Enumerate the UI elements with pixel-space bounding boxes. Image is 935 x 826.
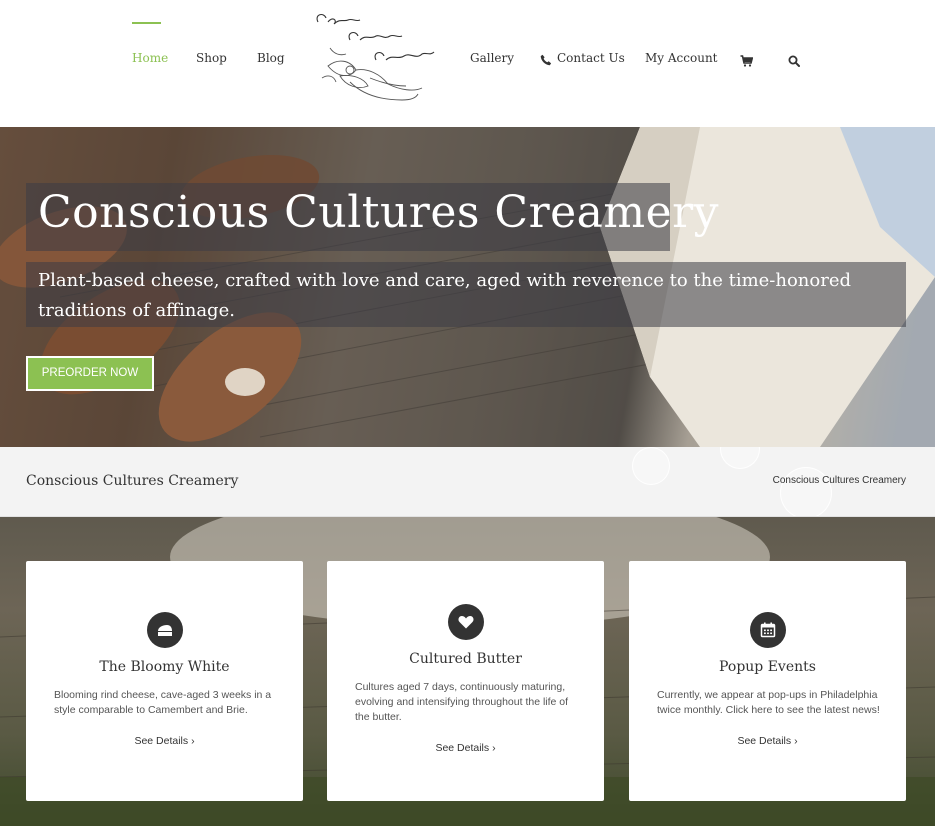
hero-title: Conscious Cultures Creamery — [38, 187, 720, 238]
card-description: Blooming rind cheese, cave-aged 3 weeks … — [54, 689, 272, 716]
site-logo[interactable] — [310, 8, 438, 106]
nav-active-indicator — [132, 22, 161, 24]
bubble-decoration — [632, 447, 670, 485]
nav-home[interactable]: Home — [132, 51, 168, 65]
nav-contact[interactable]: Contact Us — [557, 51, 625, 65]
card-title: The Bloomy White — [99, 659, 230, 675]
site-header: Home Shop Blog Gallery Contact Us My Acc… — [0, 0, 935, 127]
nav-gallery[interactable]: Gallery — [470, 51, 514, 65]
hero-banner: Conscious Cultures Creamery Plant-based … — [0, 127, 935, 447]
cheese-icon — [146, 612, 183, 648]
features-section: The Bloomy White Blooming rind cheese, c… — [0, 517, 935, 826]
card-description: Currently, we appear at pop-ups in Phila… — [657, 689, 880, 716]
see-details-link[interactable]: See Details › — [327, 742, 604, 754]
see-details-label: See Details — [134, 735, 189, 747]
see-details-link[interactable]: See Details › — [629, 735, 906, 747]
calendar-icon — [749, 612, 786, 648]
heart-icon — [447, 604, 484, 640]
breadcrumb[interactable]: Conscious Cultures Creamery — [773, 475, 906, 486]
nav-blog[interactable]: Blog — [257, 51, 285, 65]
chevron-right-icon: › — [794, 735, 798, 747]
feature-card-popup-events[interactable]: Popup Events Currently, we appear at pop… — [629, 561, 906, 801]
see-details-link[interactable]: See Details › — [26, 735, 303, 747]
card-title: Cultured Butter — [409, 651, 522, 667]
card-title: Popup Events — [719, 659, 816, 675]
page-title-bar: Conscious Cultures Creamery Conscious Cu… — [0, 447, 935, 517]
nav-account[interactable]: My Account — [645, 51, 718, 65]
chevron-right-icon: › — [492, 742, 496, 754]
preorder-button[interactable]: PREORDER NOW — [26, 356, 154, 391]
hero-subtitle: Plant-based cheese, crafted with love an… — [38, 270, 852, 321]
feature-card-cultured-butter[interactable]: Cultured Butter Cultures aged 7 days, co… — [327, 561, 604, 801]
card-description: Cultures aged 7 days, continuously matur… — [355, 681, 569, 723]
bubble-decoration — [720, 447, 760, 469]
nav-shop[interactable]: Shop — [196, 51, 227, 65]
chevron-right-icon: › — [191, 735, 195, 747]
see-details-label: See Details — [737, 735, 792, 747]
search-icon[interactable] — [788, 52, 802, 67]
cart-icon[interactable] — [740, 52, 754, 67]
phone-icon[interactable] — [540, 51, 554, 66]
feature-card-bloomy-white[interactable]: The Bloomy White Blooming rind cheese, c… — [26, 561, 303, 801]
page-title: Conscious Cultures Creamery — [26, 473, 239, 489]
see-details-label: See Details — [435, 742, 490, 754]
